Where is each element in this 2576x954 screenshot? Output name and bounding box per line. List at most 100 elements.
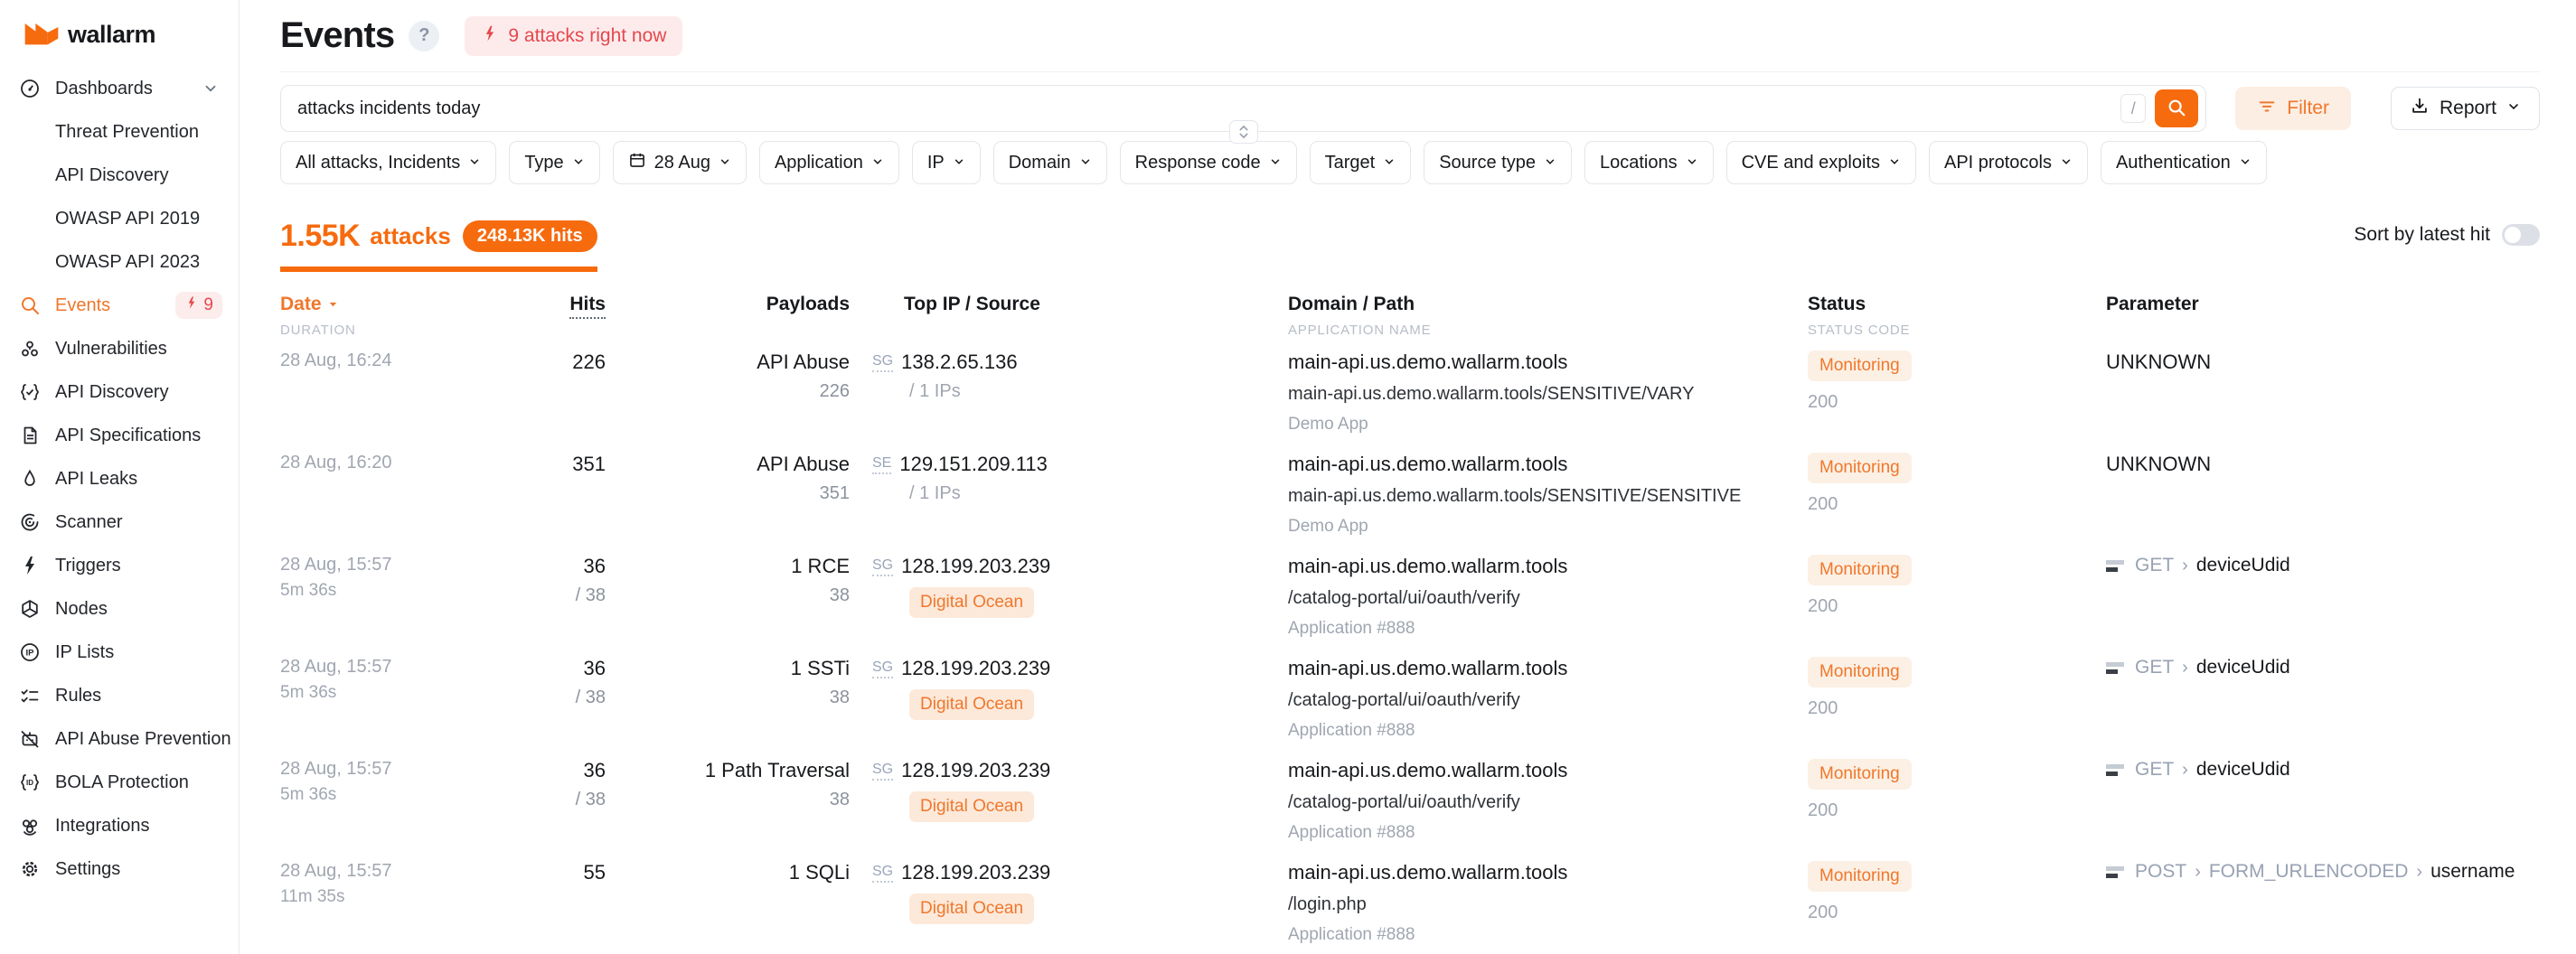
download-icon [2410,96,2430,121]
filter-button[interactable]: Filter [2235,87,2351,130]
sidebar-item-nodes[interactable]: Nodes [0,587,239,631]
chip-authentication[interactable]: Authentication [2101,141,2267,184]
hits-count: 36 [479,759,606,782]
sidebar-item-scanner[interactable]: Scanner [0,500,239,544]
chip-label: Locations [1600,153,1678,173]
sidebar-item-triggers[interactable]: Triggers [0,544,239,587]
gear-icon [18,857,42,881]
country-code[interactable]: SG [872,864,893,883]
chevron-down-icon[interactable] [202,80,219,97]
path[interactable]: /catalog-portal/ui/oauth/verify [1288,588,1808,609]
chip-source-type[interactable]: Source type [1424,141,1572,184]
event-row[interactable]: 28 Aug, 15:575m 36s 36/ 38 1 RCE38 SG128… [280,542,2540,644]
sidebar-item-label: Dashboards [55,79,153,99]
sidebar-item-bola-protection[interactable]: ID BOLA Protection [0,761,239,804]
sidebar-item-vulnerabilities[interactable]: Vulnerabilities [0,327,239,370]
param-method: GET [2135,657,2174,678]
sort-control: Sort by latest hit [2354,224,2540,246]
param-name: username [2430,861,2515,883]
sidebar-item-api-specifications[interactable]: API Specifications [0,414,239,457]
chip-locations[interactable]: Locations [1584,141,1714,184]
chevron-down-icon [719,153,731,173]
sidebar-item-threat-prevention[interactable]: Threat Prevention [0,110,239,154]
sidebar-item-events[interactable]: Events 9 [0,284,239,327]
report-button[interactable]: Report [2391,87,2540,130]
chip-target[interactable]: Target [1310,141,1412,184]
event-row[interactable]: 28 Aug, 16:20 351 API Abuse351 SE129.151… [280,440,2540,542]
search-input[interactable]: attacks incidents today / [280,85,2206,132]
search-button[interactable] [2155,89,2198,127]
event-row[interactable]: 28 Aug, 15:5711m 35s 55 1 SQLi SG128.199… [280,848,2540,950]
country-code[interactable]: SG [872,557,893,576]
chip-cve-exploits[interactable]: CVE and exploits [1726,141,1916,184]
param-method: GET [2135,759,2174,781]
sidebar-item-api-discovery-dash[interactable]: API Discovery [0,154,239,197]
cell-top-ip: SG128.199.203.239 Digital Ocean [850,555,1288,644]
attacks-count-label: attacks [370,222,451,250]
event-row[interactable]: 28 Aug, 15:575m 36s 36/ 38 1 SSTi38 SG12… [280,644,2540,746]
chip-type[interactable]: Type [509,141,599,184]
event-row[interactable]: 28 Aug, 15:575m 36s 36/ 38 1 Path Traver… [280,746,2540,848]
chevron-down-icon [1544,153,1556,173]
application-name: Application #888 [1288,823,1808,843]
path[interactable]: /login.php [1288,894,1808,915]
col-subheader-status-code: STATUS CODE [1808,323,2106,338]
ip-address[interactable]: 129.151.209.113 [899,453,1048,476]
attacks-tab[interactable]: 1.55K attacks 248.13K hits [280,219,597,272]
ip-address[interactable]: 138.2.65.136 [901,351,1017,374]
search-icon [18,294,42,317]
domain[interactable]: main-api.us.demo.wallarm.tools [1288,861,1808,884]
ip-address[interactable]: 128.199.203.239 [901,657,1050,680]
path[interactable]: /catalog-portal/ui/oauth/verify [1288,690,1808,711]
chip-date[interactable]: 28 Aug [613,141,747,184]
chip-domain[interactable]: Domain [993,141,1107,184]
domain[interactable]: main-api.us.demo.wallarm.tools [1288,759,1808,782]
sidebar-item-label: OWASP API 2019 [55,209,200,229]
chip-ip[interactable]: IP [912,141,981,184]
wallarm-logo[interactable]: wallarm [0,14,239,54]
sidebar-item-integrations[interactable]: Integrations [0,804,239,847]
lightning-icon [184,295,199,315]
attacks-right-now-badge[interactable]: 9 attacks right now [465,16,682,56]
ip-address[interactable]: 128.199.203.239 [901,555,1050,578]
sidebar-item-rules[interactable]: Rules [0,674,239,717]
sidebar-item-owasp-api-2023[interactable]: OWASP API 2023 [0,240,239,284]
sort-toggle[interactable] [2502,224,2540,246]
domain[interactable]: main-api.us.demo.wallarm.tools [1288,555,1808,578]
country-code[interactable]: SE [872,455,891,474]
ip-address[interactable]: 128.199.203.239 [901,861,1050,884]
sidebar-item-owasp-api-2019[interactable]: OWASP API 2019 [0,197,239,240]
event-row[interactable]: 28 Aug, 16:24 226 API Abuse226 SG138.2.6… [280,338,2540,440]
domain[interactable]: main-api.us.demo.wallarm.tools [1288,351,1808,374]
col-header-parameter: Parameter [2106,294,2540,338]
hits-count: 226 [479,351,606,374]
cell-domain: main-api.us.demo.wallarm.tools main-api.… [1288,351,1808,440]
chip-label: IP [927,153,945,173]
path[interactable]: main-api.us.demo.wallarm.tools/SENSITIVE… [1288,486,1808,507]
collapse-panel-handle[interactable] [1229,120,1258,144]
sidebar-item-settings[interactable]: Settings [0,847,239,891]
domain[interactable]: main-api.us.demo.wallarm.tools [1288,453,1808,476]
country-code[interactable]: SG [872,353,893,372]
sidebar-item-api-leaks[interactable]: API Leaks [0,457,239,500]
application-name: Demo App [1288,517,1808,537]
help-icon[interactable]: ? [409,21,439,51]
chip-response-code[interactable]: Response code [1120,141,1297,184]
ip-address[interactable]: 128.199.203.239 [901,759,1050,782]
country-code[interactable]: SG [872,659,893,678]
domain[interactable]: main-api.us.demo.wallarm.tools [1288,657,1808,680]
path[interactable]: main-api.us.demo.wallarm.tools/SENSITIVE… [1288,384,1808,405]
chevron-down-icon [2239,153,2252,173]
chip-api-protocols[interactable]: API protocols [1929,141,2088,184]
chip-application[interactable]: Application [759,141,899,184]
col-header-hits[interactable]: Hits [479,294,606,338]
event-date: 28 Aug, 16:24 [280,351,479,371]
sidebar-item-api-abuse-prevention[interactable]: API Abuse Prevention [0,717,239,761]
country-code[interactable]: SG [872,762,893,781]
path[interactable]: /catalog-portal/ui/oauth/verify [1288,792,1808,813]
sidebar-item-dashboards[interactable]: Dashboards [0,67,239,110]
col-header-date[interactable]: Date DURATION [280,294,479,338]
sidebar-item-ip-lists[interactable]: IP IP Lists [0,631,239,674]
sidebar-item-api-discovery[interactable]: API Discovery [0,370,239,414]
chip-attack-type[interactable]: All attacks, Incidents [280,141,496,184]
